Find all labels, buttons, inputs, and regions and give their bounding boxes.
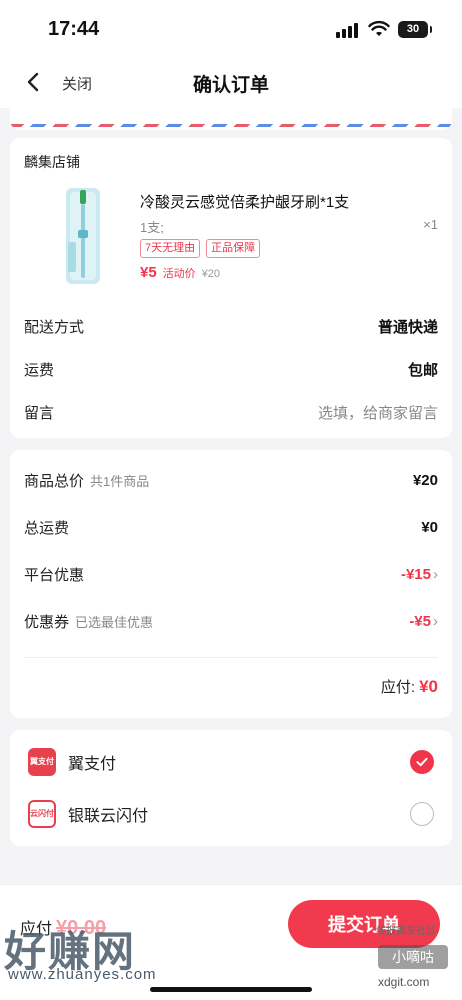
radio-checked-icon[interactable]: [410, 750, 434, 774]
status-bar: 17:44 30: [0, 0, 462, 60]
delivery-value: 普通快递: [377, 318, 438, 336]
shipping-total-row: 总运费 ¥0: [24, 515, 438, 539]
shipping-label: 运费: [24, 361, 55, 379]
watermark-side-badge: 小嘀咕: [378, 945, 448, 969]
watermark-side-url: xdgit.com: [378, 975, 430, 989]
platform-discount-row[interactable]: 平台优惠 -¥15 ›: [24, 562, 438, 586]
chevron-right-icon: ›: [433, 612, 438, 630]
payment-option-unionpay[interactable]: 云闪付 银联云闪付: [28, 798, 434, 830]
amount-due: 应付: ¥0: [381, 676, 438, 697]
payment-option-yipay[interactable]: 翼支付 翼支付: [28, 746, 434, 778]
signal-icon: [336, 22, 358, 38]
product-price: ¥5: [140, 264, 157, 281]
tag-authentic-guarantee: 正品保障: [206, 239, 261, 258]
unionpay-logo-icon: 云闪付: [28, 800, 56, 828]
message-label: 留言: [24, 404, 55, 422]
message-row[interactable]: 留言 选填，给商家留言: [24, 400, 438, 424]
platform-discount-value: -¥15: [400, 565, 431, 583]
shipping-value: 包邮: [407, 361, 438, 379]
coupon-label: 优惠券: [24, 613, 70, 631]
product-quantity: ×1: [423, 217, 438, 232]
price-row: ¥5 活动价 ¥20: [140, 264, 220, 281]
home-indicator: [150, 987, 312, 992]
product-tags: 7天无理由 正品保障: [140, 239, 261, 258]
shipping-total-value: ¥0: [421, 518, 438, 536]
coupon-value: -¥5: [409, 612, 431, 630]
yipay-logo-icon: 翼支付: [28, 748, 56, 776]
delivery-row[interactable]: 配送方式 普通快递: [24, 314, 438, 338]
shipping-total-label: 总运费: [24, 519, 70, 537]
coupon-note: 已选最佳优惠: [75, 614, 154, 630]
price-summary-card: 商品总价 共1件商品 ¥20 总运费 ¥0 平台优惠 -¥15 › 优惠券 已选最佳优…: [10, 450, 452, 718]
tag-no-reason-return: 7天无理由: [140, 239, 201, 258]
divider: [24, 657, 438, 658]
shop-name: 麟集店铺: [24, 154, 80, 170]
product-spec: 1支;: [140, 220, 164, 235]
product-title[interactable]: 冷酸灵云感觉倍柔护龈牙刷*1支: [140, 191, 349, 212]
battery-icon: 30: [398, 21, 432, 38]
wifi-icon: [368, 20, 390, 36]
goods-total-value: ¥20: [412, 471, 438, 489]
delivery-label: 配送方式: [24, 318, 85, 336]
goods-count-note: 共1件商品: [90, 473, 150, 489]
nav-bar: 关闭 确认订单: [0, 60, 462, 108]
price-label: 活动价: [162, 268, 196, 280]
toothbrush-product-image[interactable]: [48, 184, 118, 288]
address-card[interactable]: [10, 108, 452, 130]
shop-card: 麟集店铺 冷酸灵云感觉倍柔护龈牙刷*1支 1支; ×1 7天无理由 正品保障 ¥…: [10, 138, 452, 438]
coupon-row[interactable]: 优惠券 已选最佳优惠 -¥5 ›: [24, 609, 438, 633]
platform-discount-label: 平台优惠: [24, 566, 85, 584]
watermark-side-text: 线报首发社区: [376, 926, 436, 937]
radio-unchecked-icon[interactable]: [410, 802, 434, 826]
amount-due-value: ¥0: [419, 677, 438, 696]
payment-name: 银联云闪付: [68, 808, 149, 825]
message-input[interactable]: 选填，给商家留言: [318, 402, 438, 423]
airmail-border: [10, 124, 452, 127]
goods-total-label: 商品总价: [24, 472, 85, 490]
page-title: 确认订单: [192, 75, 269, 96]
watermark-url: www.zhuanyes.com: [8, 966, 157, 983]
goods-total-row: 商品总价 共1件商品 ¥20: [24, 468, 438, 492]
original-price: ¥20: [201, 268, 221, 280]
chevron-right-icon: ›: [433, 565, 438, 583]
amount-due-label: 应付:: [380, 679, 416, 696]
payment-methods-card: 翼支付 翼支付 云闪付 银联云闪付: [10, 730, 452, 846]
status-time: 17:44: [48, 18, 100, 40]
payment-name: 翼支付: [68, 756, 117, 773]
shipping-row: 运费 包邮: [24, 357, 438, 381]
